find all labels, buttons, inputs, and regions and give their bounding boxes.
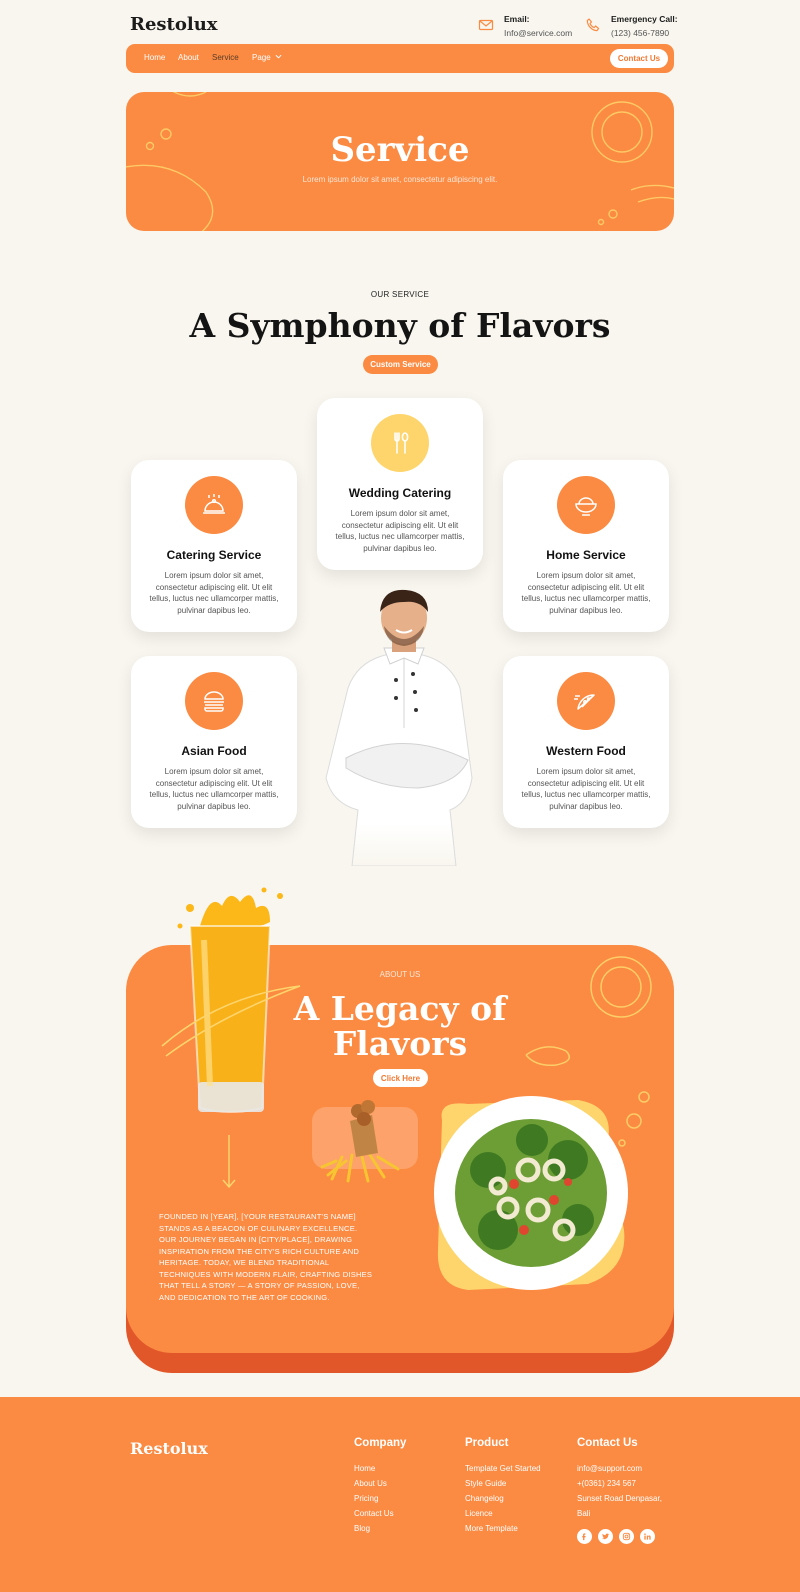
page-title: Service [330,130,470,170]
footer-link[interactable]: About Us [354,1476,406,1491]
juice-glass-image [161,887,301,1113]
arrow-down-icon [222,1135,236,1189]
footer-link[interactable]: Pricing [354,1491,406,1506]
nav-item-home[interactable]: Home [144,53,165,62]
footer-heading: Product [465,1437,509,1449]
mail-icon [478,19,494,31]
services-title: A Symphony of Flavors [189,306,611,345]
footer-product: Product Template Get Started Style Guide… [465,1437,541,1536]
social-links [577,1529,662,1544]
service-card-home[interactable]: Home Service Lorem ipsum dolor sit amet,… [503,460,669,632]
service-card-wedding[interactable]: Wedding Catering Lorem ipsum dolor sit a… [317,398,483,570]
phone-icon [586,18,600,32]
main-nav: Home About Service Page Contact Us [126,44,674,73]
burger-icon [204,691,224,712]
cloche-icon [203,494,225,514]
email-value[interactable]: Info@service.com [504,28,572,38]
about-text: FOUNDED IN [YEAR], [YOUR RESTAURANT'S NA… [159,1212,373,1302]
footer-heading: Company [354,1437,407,1449]
footer-company: Company Home About Us Pricing Contact Us… [354,1437,406,1536]
contact-us-button[interactable]: Contact Us [610,49,668,68]
footer-heading: Contact Us [577,1437,638,1449]
phone-label: Emergency Call: [611,14,678,24]
services-eyebrow: OUR SERVICE [370,290,430,299]
card-title: Western Food [546,744,626,758]
email-contact: Email: Info@service.com [478,14,572,38]
catering-icon-circle [185,476,243,534]
nav-item-about[interactable]: About [178,53,199,62]
card-description: Lorem ipsum dolor sit amet, consectetur … [335,509,465,553]
home-icon-circle [557,476,615,534]
footer-phone[interactable]: +(0361) 234 567 [577,1476,662,1491]
salad-image [434,1096,628,1290]
western-icon-circle [557,672,615,730]
hero-subtitle: Lorem ipsum dolor sit amet, consectetur … [302,175,498,184]
footer-address-line1: Sunset Road Denpasar, [577,1494,662,1503]
footer-contact: Contact Us info@support.com +(0361) 234 … [577,1437,662,1544]
footer-link[interactable]: Changelog [465,1491,541,1506]
instagram-icon[interactable] [619,1529,634,1544]
click-here-button[interactable]: Click Here [373,1069,428,1087]
card-title: Home Service [546,548,626,562]
nav-item-service[interactable]: Service [212,53,239,62]
bowl-icon [575,497,597,516]
card-description: Lorem ipsum dolor sit amet, consectetur … [521,767,651,811]
card-description: Lorem ipsum dolor sit amet, consectetur … [149,571,279,615]
fork-spoon-icon [394,432,409,454]
card-description: Lorem ipsum dolor sit amet, consectetur … [521,571,651,615]
footer-link[interactable]: Home [354,1461,406,1476]
nav-item-page[interactable]: Page [252,53,282,62]
footer: Restolux Company Home About Us Pricing C… [0,1397,800,1592]
footer-address-line2: Bali [577,1509,591,1518]
footer-logo[interactable]: Restolux [130,1439,208,1458]
chevron-down-icon [275,54,282,59]
fries-image [312,1100,418,1183]
phone-value[interactable]: (123) 456-7890 [611,28,678,38]
wedding-icon-circle [371,414,429,472]
logo[interactable]: Restolux [130,14,218,35]
hero-banner: Service Lorem ipsum dolor sit amet, cons… [126,92,674,231]
footer-link[interactable]: Contact Us [354,1506,406,1521]
service-card-western[interactable]: Western Food Lorem ipsum dolor sit amet,… [503,656,669,828]
custom-service-button[interactable]: Custom Service [363,355,438,374]
asian-icon-circle [185,672,243,730]
nav-item-page-label: Page [252,53,271,62]
service-card-asian[interactable]: Asian Food Lorem ipsum dolor sit amet, c… [131,656,297,828]
card-description: Lorem ipsum dolor sit amet, consectetur … [149,767,279,811]
footer-link[interactable]: Style Guide [465,1476,541,1491]
card-title: Catering Service [166,548,262,562]
card-title: Asian Food [181,744,247,758]
card-title: Wedding Catering [348,486,452,500]
footer-email[interactable]: info@support.com [577,1461,662,1476]
footer-link[interactable]: Blog [354,1521,406,1536]
footer-link[interactable]: Template Get Started [465,1461,541,1476]
facebook-icon[interactable] [577,1529,592,1544]
phone-contact: Emergency Call: (123) 456-7890 [585,14,678,38]
linkedin-icon[interactable] [640,1529,655,1544]
twitter-icon[interactable] [598,1529,613,1544]
footer-link[interactable]: Licence [465,1506,541,1521]
footer-link[interactable]: More Template [465,1521,541,1536]
pizza-icon [574,694,595,710]
service-card-catering[interactable]: Catering Service Lorem ipsum dolor sit a… [131,460,297,632]
email-label: Email: [504,14,530,24]
chef-image [325,589,473,866]
